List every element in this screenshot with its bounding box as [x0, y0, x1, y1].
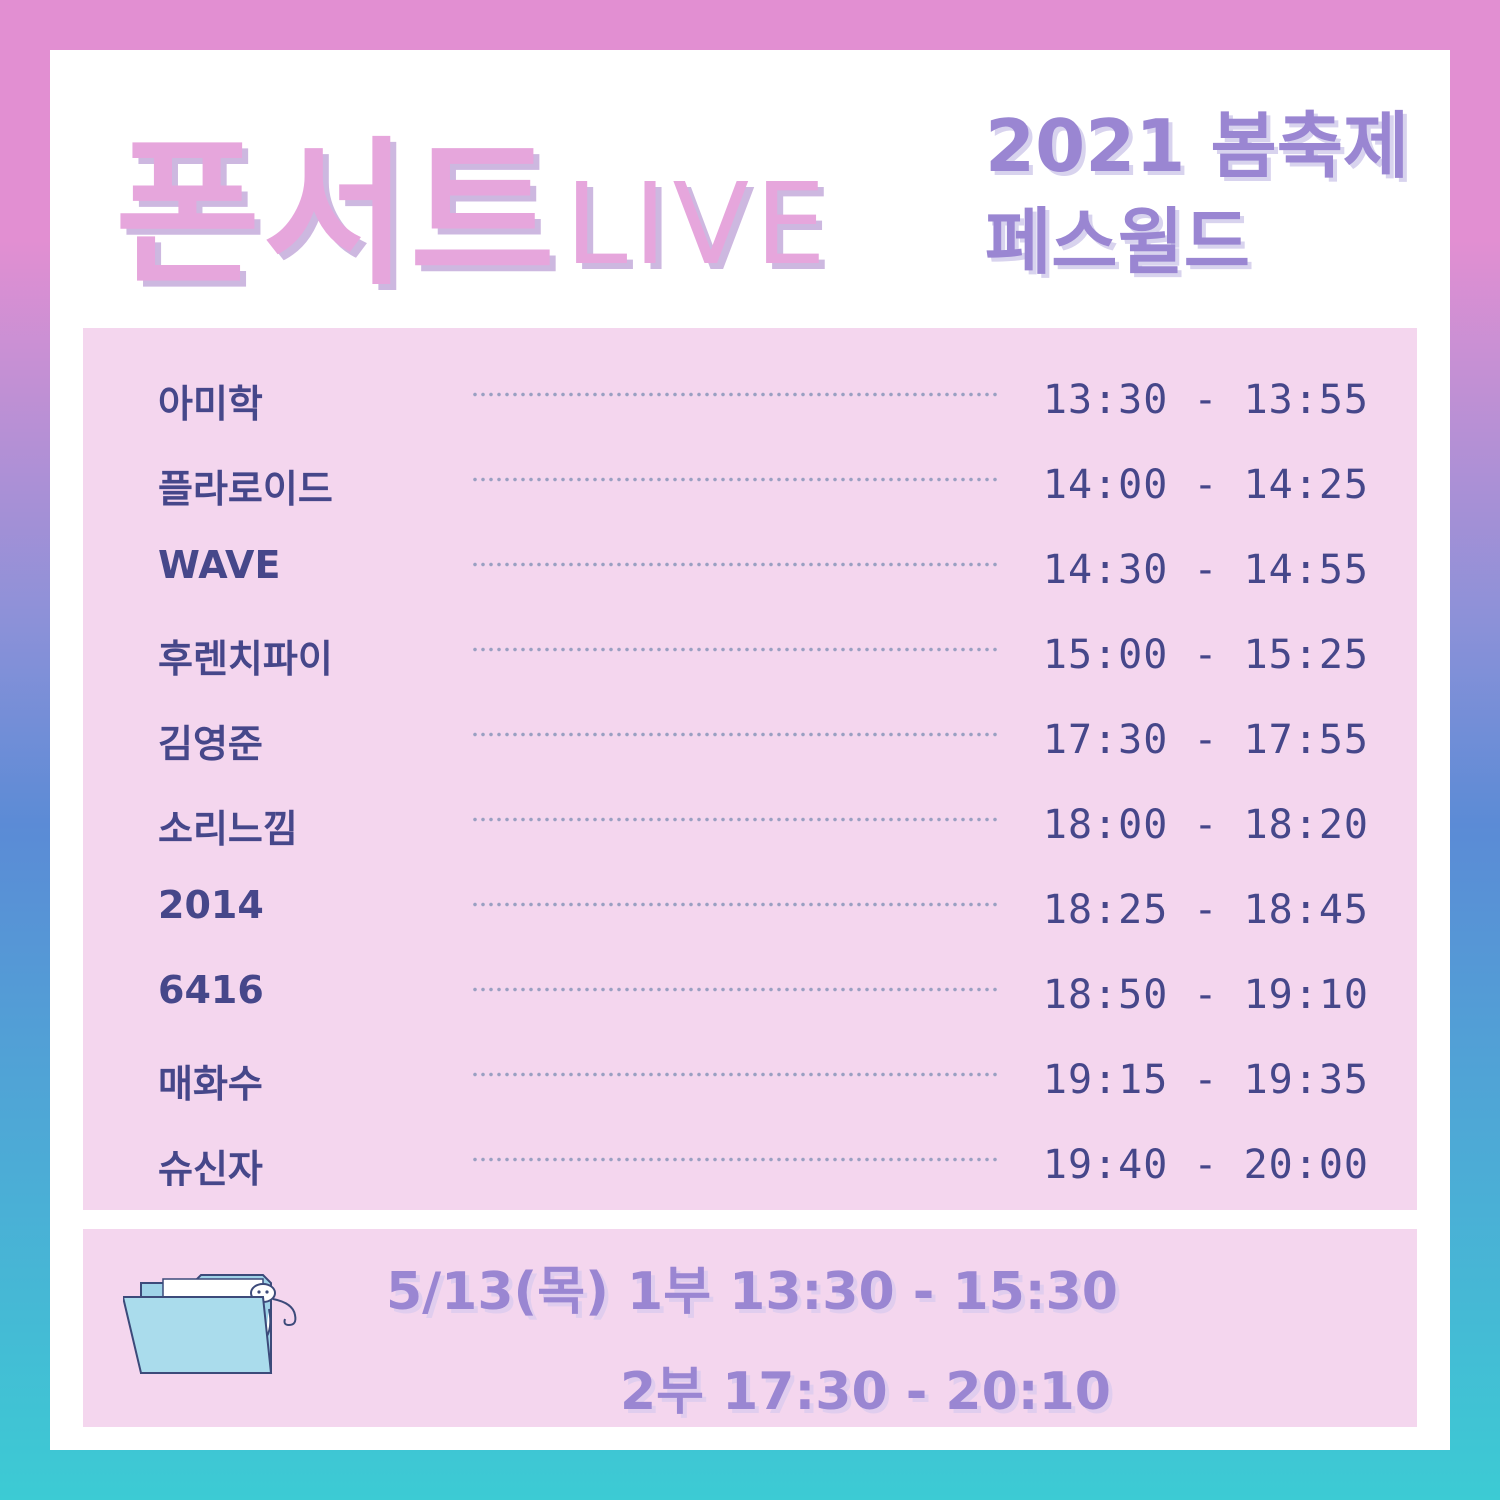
dotted-leader — [471, 1157, 1001, 1162]
dotted-leader — [471, 817, 1001, 822]
schedule-row: 김영준 17:30 - 17:55 — [83, 703, 1417, 788]
performance-time: 18:50 - 19:10 — [1042, 972, 1369, 1018]
performance-time: 17:30 - 17:55 — [1042, 717, 1369, 763]
performer-name: 아미학 — [158, 382, 263, 426]
subtitle-line-1: 2021 봄축제 — [985, 104, 1410, 188]
performance-time: 15:00 - 15:25 — [1042, 632, 1369, 678]
performer-name: 플라로이드 — [158, 467, 333, 511]
schedule-panel: 아미학 13:30 - 13:55 플라로이드 14:00 - 14:25 WA… — [83, 328, 1417, 1210]
schedule-row: 아미학 13:30 - 13:55 — [83, 363, 1417, 448]
dotted-leader — [471, 392, 1001, 397]
performance-time: 19:40 - 20:00 — [1042, 1142, 1369, 1188]
performer-name: 2014 — [158, 883, 264, 927]
footer-part2: 2부 17:30 - 20:10 — [620, 1362, 1111, 1422]
schedule-row: 슈신자 19:40 - 20:00 — [83, 1128, 1417, 1213]
dotted-leader — [471, 732, 1001, 737]
performer-name: 김영준 — [158, 722, 263, 766]
dotted-leader — [471, 562, 1001, 567]
performance-time: 14:00 - 14:25 — [1042, 462, 1369, 508]
footer-date-part1: 5/13(목) 1부 13:30 - 15:30 — [386, 1262, 1118, 1322]
title-korean: 폰서트 — [115, 123, 558, 307]
schedule-row: 소리느낌 18:00 - 18:20 — [83, 788, 1417, 873]
performance-time: 13:30 - 13:55 — [1042, 377, 1369, 423]
schedule-row: 후렌치파이 15:00 - 15:25 — [83, 618, 1417, 703]
footer-panel: 5/13(목) 1부 13:30 - 15:30 2부 17:30 - 20:1… — [83, 1229, 1417, 1427]
dotted-leader — [471, 647, 1001, 652]
performer-name: 매화수 — [158, 1062, 263, 1106]
performance-time: 19:15 - 19:35 — [1042, 1057, 1369, 1103]
title-english: LIVE — [565, 160, 832, 290]
dotted-leader — [471, 477, 1001, 482]
performance-time: 18:25 - 18:45 — [1042, 887, 1369, 933]
dotted-leader — [471, 987, 1001, 992]
subtitle-line-2: 페스윌드 — [985, 200, 1250, 284]
schedule-row: 플라로이드 14:00 - 14:25 — [83, 448, 1417, 533]
dotted-leader — [471, 902, 1001, 907]
performer-name: WAVE — [158, 543, 281, 587]
schedule-row: WAVE 14:30 - 14:55 — [83, 533, 1417, 618]
performer-name: 슈신자 — [158, 1147, 263, 1191]
poster-card: 폰서트 LIVE 2021 봄축제 페스윌드 아미학 13:30 - 13:55… — [50, 50, 1450, 1450]
dotted-leader — [471, 1072, 1001, 1077]
schedule-row: 매화수 19:15 - 19:35 — [83, 1043, 1417, 1128]
performer-name: 후렌치파이 — [158, 637, 333, 681]
performance-time: 14:30 - 14:55 — [1042, 547, 1369, 593]
main-title: 폰서트 LIVE — [115, 90, 975, 300]
subtitle: 2021 봄축제 페스윌드 — [985, 98, 1435, 290]
performance-time: 18:00 - 18:20 — [1042, 802, 1369, 848]
schedule-row: 6416 18:50 - 19:10 — [83, 958, 1417, 1043]
performer-name: 소리느낌 — [158, 807, 298, 851]
folder-icon — [123, 1274, 297, 1374]
schedule-row: 2014 18:25 - 18:45 — [83, 873, 1417, 958]
performer-name: 6416 — [158, 968, 264, 1012]
